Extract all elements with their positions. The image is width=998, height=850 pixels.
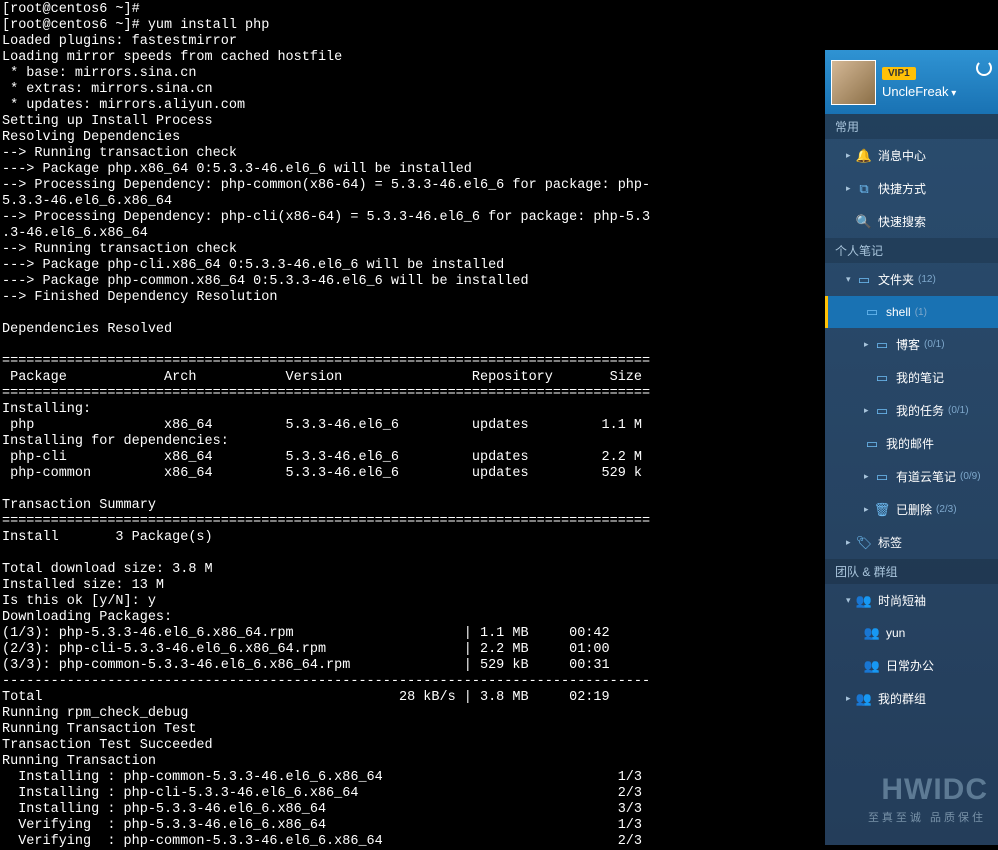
group-icon: 👥 — [856, 691, 872, 707]
avatar[interactable] — [831, 60, 876, 105]
section-common: 常用 — [825, 114, 998, 139]
menu-label: shell — [886, 305, 911, 319]
menu-label: 已删除 — [896, 501, 932, 518]
count-badge: (0/1) — [924, 339, 945, 350]
menu-label: 标签 — [878, 534, 902, 551]
menu-label: 快速搜索 — [878, 213, 926, 230]
count-badge: (12) — [918, 274, 936, 285]
logo: HWIDC — [881, 773, 988, 807]
menu-yun[interactable]: 👥 yun — [825, 617, 998, 649]
menu-daily-office[interactable]: 👥 日常办公 — [825, 649, 998, 682]
user-header: VIP1 UncleFreak — [825, 50, 998, 114]
refresh-icon[interactable] — [976, 60, 992, 76]
menu-label: 有道云笔记 — [896, 468, 956, 485]
chevron-right-icon — [864, 339, 872, 350]
count-badge: (0/1) — [948, 405, 969, 416]
chevron-right-icon — [864, 405, 872, 416]
menu-my-notes[interactable]: ▭ 我的笔记 — [825, 361, 998, 394]
note-icon: ▭ — [874, 370, 890, 386]
count-badge: (1) — [915, 307, 927, 318]
menu-label: 我的任务 — [896, 402, 944, 419]
count-badge: (0/9) — [960, 471, 981, 482]
menu-label: 消息中心 — [878, 147, 926, 164]
chevron-right-icon — [846, 693, 854, 704]
menu-label: 日常办公 — [886, 657, 934, 674]
note-icon: ▭ — [864, 304, 880, 320]
menu-my-groups[interactable]: 👥 我的群组 — [825, 682, 998, 715]
search-icon: 🔍 — [856, 214, 872, 230]
note-icon: ▭ — [874, 469, 890, 485]
count-badge: (2/3) — [936, 504, 957, 515]
note-icon: ▭ — [874, 337, 890, 353]
menu-quick-search[interactable]: 🔍 快速搜索 — [825, 205, 998, 238]
user-info: VIP1 UncleFreak — [882, 65, 976, 99]
chevron-right-icon — [864, 471, 872, 482]
menu-label: 我的笔记 — [896, 369, 944, 386]
trash-icon: 🗑 — [874, 502, 890, 518]
chevron-down-icon — [846, 274, 854, 285]
menu-label: 博客 — [896, 336, 920, 353]
menu-label: 时尚短袖 — [878, 592, 926, 609]
menu-label: yun — [886, 626, 905, 640]
menu-label: 我的群组 — [878, 690, 926, 707]
menu-tags[interactable]: 🏷 标签 — [825, 526, 998, 559]
menu-label: 我的邮件 — [886, 435, 934, 452]
terminal-output: [root@centos6 ~]# [root@centos6 ~]# yum … — [0, 0, 825, 845]
chevron-right-icon — [846, 150, 854, 161]
group-icon: 👥 — [856, 593, 872, 609]
note-icon: ▭ — [864, 436, 880, 452]
vip-badge: VIP1 — [882, 67, 916, 80]
username-dropdown[interactable]: UncleFreak — [882, 84, 976, 99]
menu-folder[interactable]: ▭ 文件夹 (12) — [825, 263, 998, 296]
menu-fashion[interactable]: 👥 时尚短袖 — [825, 584, 998, 617]
chevron-right-icon — [864, 504, 872, 515]
menu-label: 快捷方式 — [878, 180, 926, 197]
chevron-right-icon — [846, 183, 854, 194]
menu-my-mail[interactable]: ▭ 我的邮件 — [825, 427, 998, 460]
tag-icon: 🏷 — [856, 535, 872, 551]
chevron-right-icon — [846, 537, 854, 548]
folder-icon: ▭ — [856, 272, 872, 288]
menu-shortcuts[interactable]: ⧉ 快捷方式 — [825, 172, 998, 205]
group-icon: 👥 — [864, 625, 880, 641]
menu-shell[interactable]: ▭ shell (1) — [825, 296, 998, 328]
menu-my-tasks[interactable]: ▭ 我的任务 (0/1) — [825, 394, 998, 427]
bell-icon: 🔔 — [856, 148, 872, 164]
sidebar-panel: VIP1 UncleFreak 常用 🔔 消息中心 ⧉ 快捷方式 🔍 快速搜索 … — [825, 50, 998, 845]
shortcut-icon: ⧉ — [856, 181, 872, 197]
section-personal-notes: 个人笔记 — [825, 238, 998, 263]
note-icon: ▭ — [874, 403, 890, 419]
group-icon: 👥 — [864, 658, 880, 674]
menu-blog[interactable]: ▭ 博客 (0/1) — [825, 328, 998, 361]
menu-deleted[interactable]: 🗑 已删除 (2/3) — [825, 493, 998, 526]
chevron-down-icon — [846, 595, 854, 606]
menu-label: 文件夹 — [878, 271, 914, 288]
menu-msg-center[interactable]: 🔔 消息中心 — [825, 139, 998, 172]
tagline: 至真至诚 品质保住 — [868, 809, 986, 825]
menu-youdao[interactable]: ▭ 有道云笔记 (0/9) — [825, 460, 998, 493]
section-teams: 团队 & 群组 — [825, 559, 998, 584]
